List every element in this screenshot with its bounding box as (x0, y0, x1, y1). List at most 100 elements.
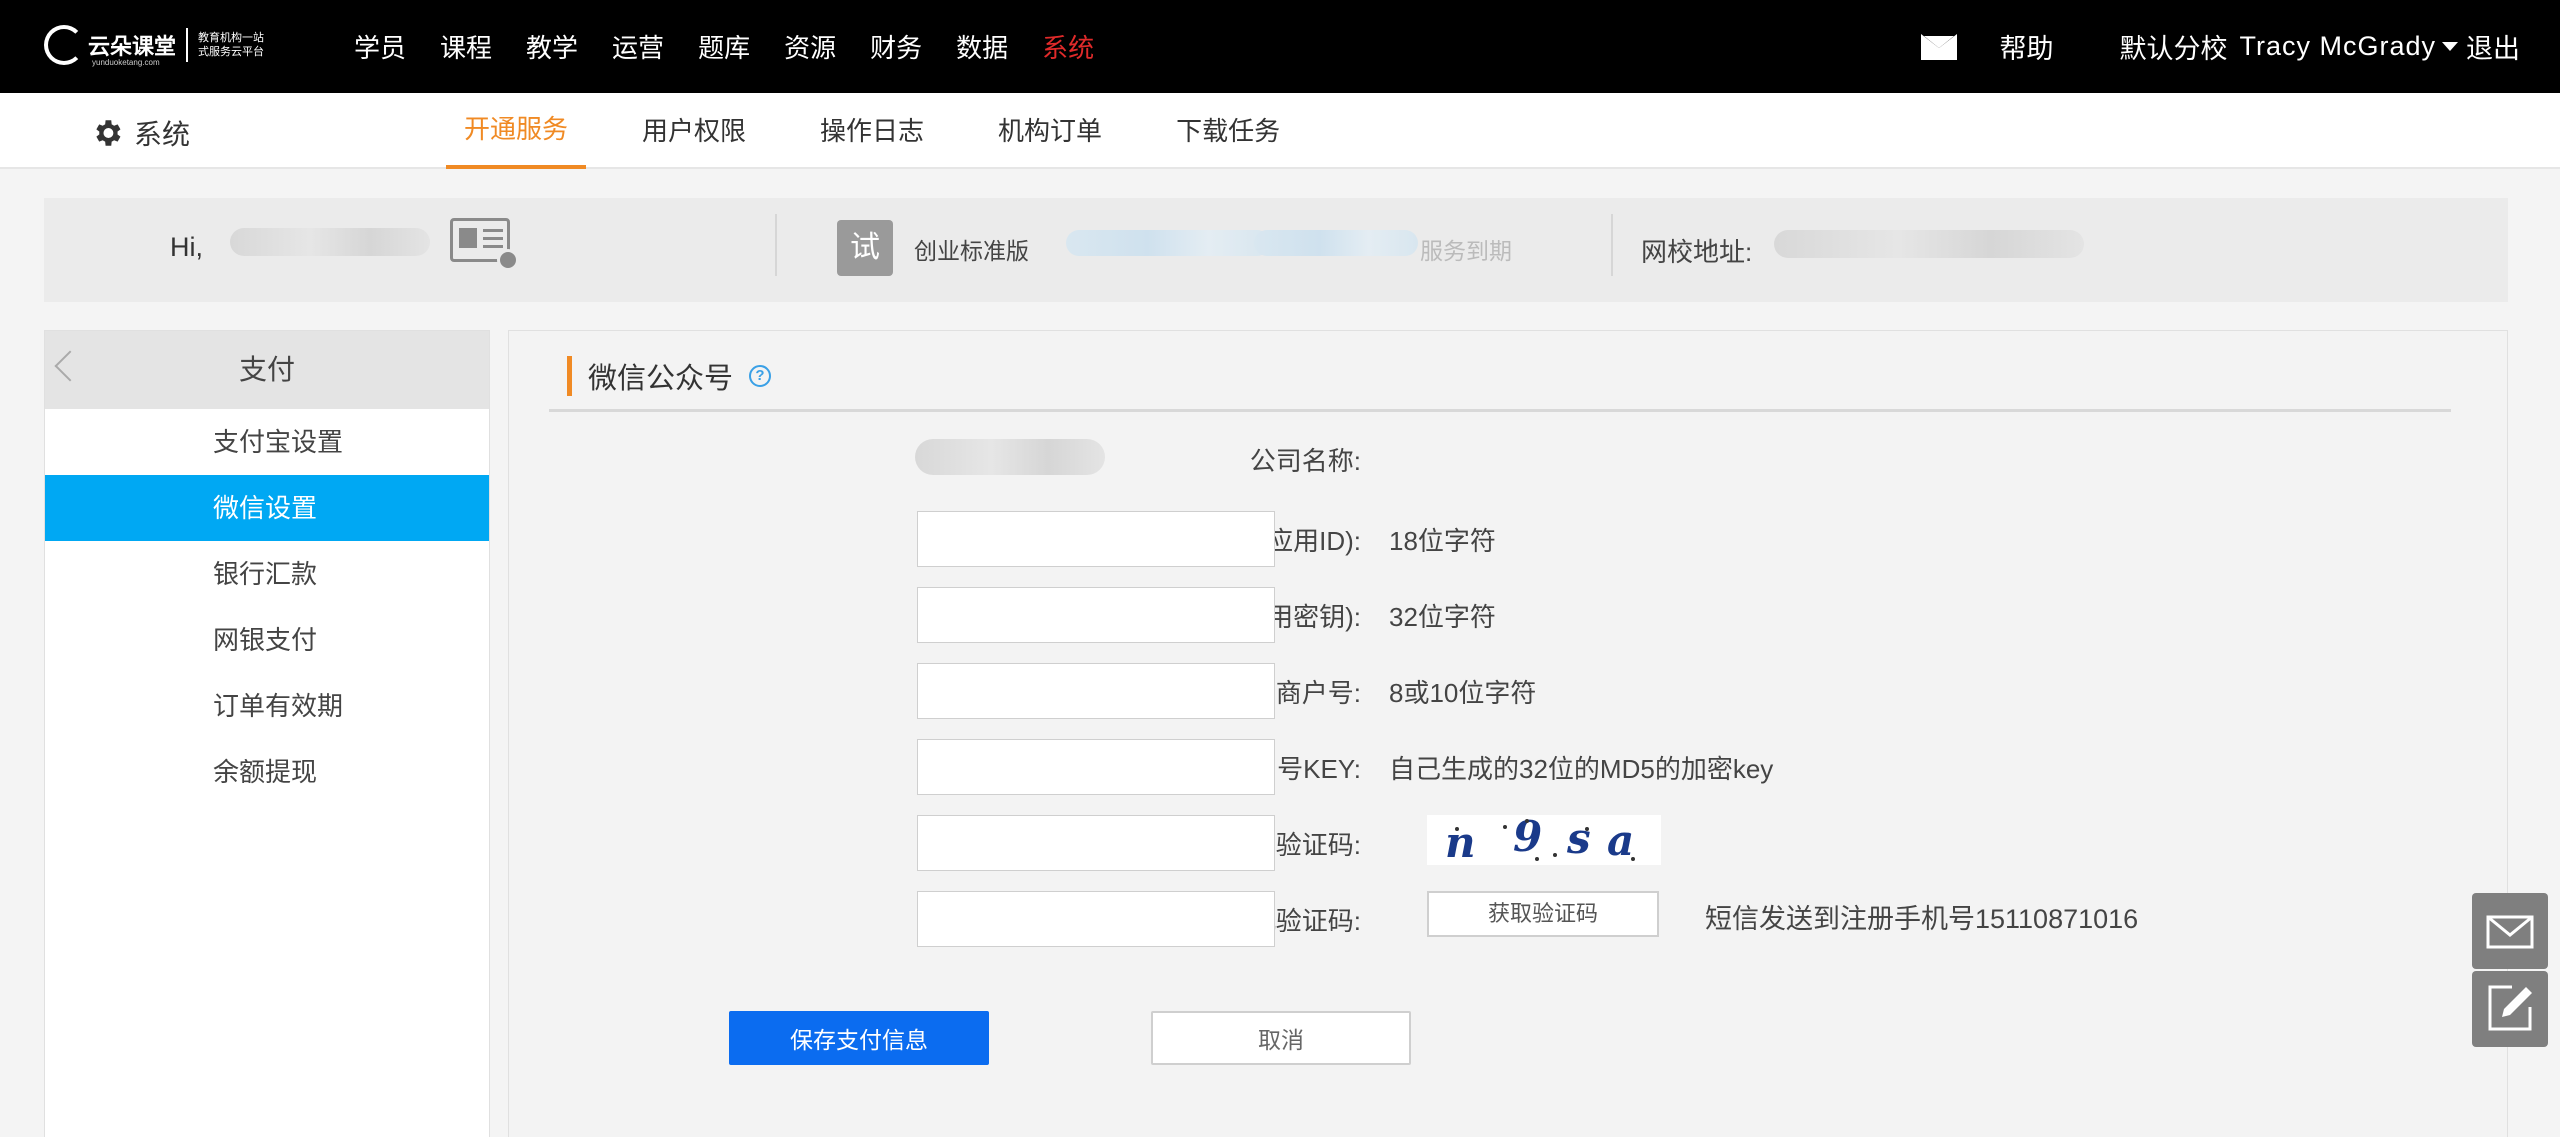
top-right-actions: 帮助 默认分校 Tracy McGrady 退出 (1921, 0, 2520, 93)
school-url-label: 网校地址: (1641, 237, 1753, 267)
edit-icon (2488, 985, 2532, 1031)
gear-icon (96, 120, 121, 146)
sidebar-item-bank-transfer[interactable]: 银行汇款 (45, 541, 489, 607)
logo-slogan-line-1: 教育机构一站 (198, 32, 265, 44)
get-code-button[interactable]: 获取验证码 (1427, 891, 1659, 937)
sub-nav: 系统 开通服务 用户权限 操作日志 机构订单 下载任务 (0, 93, 2560, 169)
appsecret-row: AppSecret(应用密钥): 32位字符 (509, 587, 2509, 643)
user-menu[interactable]: Tracy McGrady (2239, 31, 2436, 62)
sidebar-item-withdrawal[interactable]: 余额提现 (45, 739, 489, 805)
company-name-label: 公司名称: (1249, 446, 1361, 476)
merchant-id-input[interactable] (917, 663, 1275, 719)
captcha-row: 图形验证码: n 9 s a (509, 815, 2509, 871)
sidebar-menu: 支付宝设置 微信设置 银行汇款 网银支付 订单有效期 余额提现 (45, 409, 489, 805)
id-card-line (483, 237, 503, 240)
divider (775, 214, 777, 276)
caret-down-icon[interactable] (2442, 42, 2458, 51)
blurred-school-url (1774, 230, 2084, 258)
form-section-title-text: 微信公众号 (588, 363, 734, 395)
sms-note: 短信发送到注册手机号15110871016 (1705, 904, 2139, 934)
appid-row: AppID(应用ID): 18位字符 (509, 511, 2509, 567)
sms-code-row: 手机验证码: 获取验证码 短信发送到注册手机号15110871016 (509, 891, 2509, 947)
appsecret-input[interactable] (917, 587, 1275, 643)
greeting: Hi, (170, 232, 203, 262)
id-card-line (483, 245, 503, 248)
tab-user-permissions[interactable]: 用户权限 (624, 93, 764, 169)
merchant-key-input[interactable] (917, 739, 1275, 795)
logout-link[interactable]: 退出 (2466, 27, 2520, 66)
top-nav-students[interactable]: 学员 (354, 28, 406, 65)
id-card-photo (459, 228, 477, 248)
sms-code-input[interactable] (917, 891, 1275, 947)
plan-name: 创业标准版 (914, 238, 1029, 264)
divider (1611, 214, 1613, 276)
tab-download-tasks[interactable]: 下载任务 (1158, 93, 1298, 169)
help-link[interactable]: 帮助 (1999, 27, 2053, 66)
sidebar-title: 支付 (238, 354, 295, 385)
mail-icon (2486, 915, 2534, 949)
main-panel: 微信公众号 ? 公司名称: AppID(应用ID): 18位字符 AppSecr… (508, 330, 2508, 1137)
logo-slogan: 教育机构一站 式服务云平台 (198, 31, 264, 59)
tab-operation-log[interactable]: 操作日志 (802, 93, 942, 169)
tab-open-service[interactable]: 开通服务 (446, 93, 587, 169)
captcha-graphic: n 9 s a (1445, 815, 1635, 865)
section-title: 系统 (90, 113, 190, 153)
title-accent-bar (567, 356, 572, 396)
top-nav-teaching[interactable]: 教学 (526, 28, 578, 65)
merchant-key-row: 微信支付商户号KEY: 自己生成的32位的MD5的加密key (509, 739, 2509, 795)
captcha-glyph-3: a (1607, 816, 1634, 865)
blurred-username (230, 228, 430, 256)
form-section-title: 微信公众号 ? (567, 355, 772, 397)
top-nav-question-bank[interactable]: 题库 (698, 28, 750, 65)
logo-url: yunduoketang.com (92, 58, 160, 67)
sidebar-item-wechat[interactable]: 微信设置 (45, 475, 489, 541)
cancel-button[interactable]: 取消 (1151, 1011, 1411, 1065)
expire-label: 服务到期 (1420, 238, 1512, 264)
chevron-left-icon[interactable] (54, 350, 86, 382)
sidebar: 支付 支付宝设置 微信设置 银行汇款 网银支付 订单有效期 余额提现 (44, 330, 490, 1137)
section-title-text: 系统 (134, 119, 191, 150)
blurred-expire-date (1254, 230, 1418, 256)
top-nav: 学员 课程 教学 运营 题库 资源 财务 数据 系统 (354, 0, 1128, 93)
sidebar-item-alipay[interactable]: 支付宝设置 (45, 409, 489, 475)
school-switcher[interactable]: 默认分校 (2119, 27, 2227, 66)
sidebar-item-online-banking[interactable]: 网银支付 (45, 607, 489, 673)
captcha-image[interactable]: n 9 s a (1427, 815, 1661, 865)
top-nav-operations[interactable]: 运营 (612, 28, 664, 65)
appid-hint: 18位字符 (1389, 526, 1496, 556)
id-card-verified-icon[interactable] (450, 218, 519, 271)
verified-check-icon (497, 249, 519, 271)
logo-divider (186, 28, 189, 62)
logo-slogan-line-2: 式服务云平台 (198, 46, 265, 58)
logo[interactable]: 云朵课堂 教育机构一站 式服务云平台 yunduoketang.com (44, 18, 264, 72)
captcha-glyph-2: s (1566, 815, 1591, 863)
appsecret-hint: 32位字符 (1389, 602, 1496, 632)
merchant-id-hint: 8或10位字符 (1389, 678, 1537, 708)
company-name-row: 公司名称: (509, 431, 2509, 487)
blurred-plan-info (1066, 230, 1270, 256)
captcha-glyph-0: n (1445, 818, 1476, 865)
top-bar: 云朵课堂 教育机构一站 式服务云平台 yunduoketang.com 学员 课… (0, 0, 2560, 93)
sidebar-item-order-validity[interactable]: 订单有效期 (45, 673, 489, 739)
top-nav-resources[interactable]: 资源 (784, 28, 836, 65)
id-card-line (483, 229, 503, 232)
logo-brand: 云朵课堂 (88, 34, 177, 59)
mail-icon[interactable] (1921, 33, 1958, 60)
merchant-id-row: 微信支付商户号: 8或10位字符 (509, 663, 2509, 719)
sub-nav-tabs: 开通服务 用户权限 操作日志 机构订单 下载任务 (446, 93, 1336, 169)
cloud-logo-icon (44, 25, 84, 65)
top-nav-system[interactable]: 系统 (1042, 28, 1094, 65)
sidebar-header: 支付 (45, 331, 489, 409)
section-divider (549, 409, 2451, 412)
top-nav-data[interactable]: 数据 (956, 28, 1008, 65)
floating-mail-button[interactable] (2472, 893, 2548, 969)
top-nav-finance[interactable]: 财务 (870, 28, 922, 65)
help-icon[interactable]: ? (749, 365, 772, 387)
trial-badge: 试 (837, 220, 893, 276)
tab-institution-orders[interactable]: 机构订单 (980, 93, 1120, 169)
top-nav-courses[interactable]: 课程 (440, 28, 492, 65)
appid-input[interactable] (917, 511, 1275, 567)
floating-edit-button[interactable] (2472, 971, 2548, 1047)
save-payment-button[interactable]: 保存支付信息 (729, 1011, 989, 1065)
captcha-input[interactable] (917, 815, 1275, 871)
